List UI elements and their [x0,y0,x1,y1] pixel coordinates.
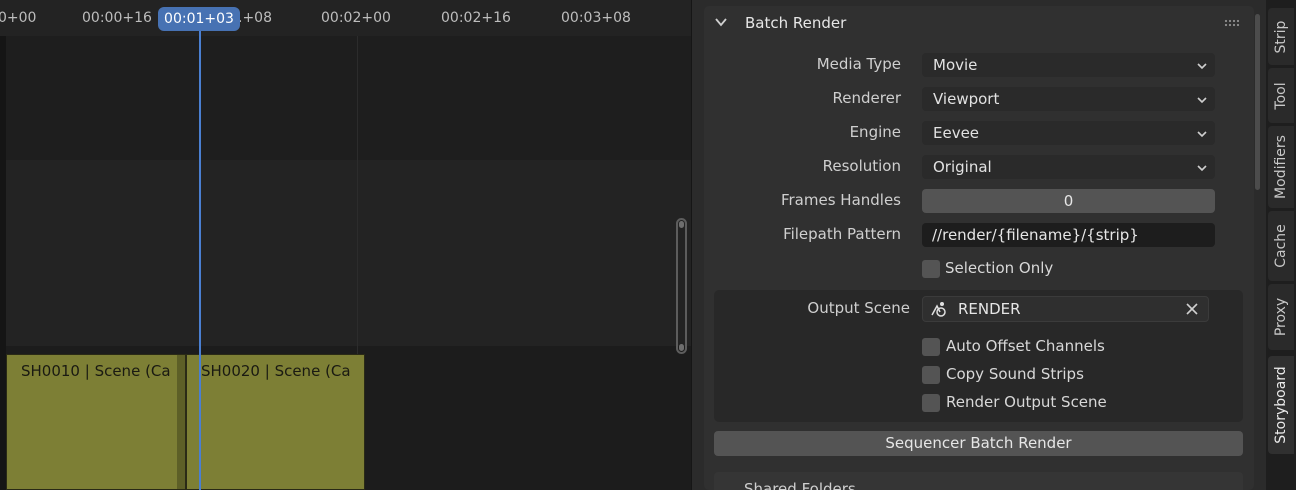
tab-label: Cache [1273,224,1289,268]
scrollbar-handle-top[interactable] [679,221,684,228]
tab-strip[interactable]: Strip [1268,8,1294,65]
output-scene-box: Output Scene RENDER Auto Offset Channels… [714,290,1243,422]
ruler-tick: 00:02+00 [321,10,391,26]
shared-folders-panel-header[interactable]: Shared Folders [714,472,1243,490]
engine-dropdown[interactable]: Eevee [922,121,1215,145]
selection-only-checkbox[interactable] [922,260,940,278]
chevron-down-icon [1197,131,1207,138]
sidebar-region: Batch Render Media Type Movie Renderer V… [691,0,1266,490]
drag-grip-icon[interactable] [1224,19,1240,27]
panel-header[interactable]: Batch Render [704,6,1254,40]
tab-tool[interactable]: Tool [1268,68,1294,123]
tab-cache[interactable]: Cache [1268,211,1294,281]
strip-handle[interactable] [177,355,185,489]
auto-offset-channels-label[interactable]: Auto Offset Channels [946,337,1105,355]
render-output-scene-label[interactable]: Render Output Scene [946,393,1107,411]
chevron-down-icon [715,18,727,27]
tab-label: Strip [1273,20,1289,53]
media-type-value: Movie [933,56,978,74]
output-scene-value: RENDER [958,300,1021,318]
tab-label: Storyboard [1273,366,1289,444]
next-panel-title: Shared Folders [744,480,856,490]
strip-label: SH0010 | Scene (Ca [21,362,171,380]
renderer-label: Renderer [832,89,901,107]
output-scene-label: Output Scene [807,299,910,317]
auto-offset-channels-checkbox[interactable] [922,338,940,356]
sequencer-batch-render-button[interactable]: Sequencer Batch Render [714,431,1243,456]
copy-sound-strips-label[interactable]: Copy Sound Strips [946,365,1084,383]
chevron-down-icon [1197,97,1207,104]
channel-row[interactable] [0,36,691,160]
close-icon[interactable] [1184,301,1200,317]
renderer-value: Viewport [933,90,1000,108]
chevron-down-icon [1197,165,1207,172]
scene-strip-sh0020[interactable]: SH0020 | Scene (Ca [186,354,365,490]
media-type-label: Media Type [816,55,901,73]
tab-modifiers[interactable]: Modifiers [1268,126,1294,208]
output-scene-selector[interactable]: RENDER [922,296,1209,322]
render-output-scene-checkbox[interactable] [922,394,940,412]
scene-icon [931,302,946,317]
tab-label: Modifiers [1273,135,1289,199]
resolution-label: Resolution [822,157,901,175]
media-type-dropdown[interactable]: Movie [922,53,1215,77]
frame-handles-field[interactable]: 0 [922,189,1215,213]
ruler-tick: 00:02+16 [441,10,511,26]
sequencer-timeline[interactable]: 0+00 00:00+16 .+08 00:02+00 00:02+16 00:… [0,0,691,490]
current-frame-indicator[interactable]: 00:01+03 [158,7,240,31]
scrollbar-handle-bottom[interactable] [679,344,684,351]
ruler-tick: .+08 [238,10,272,26]
panel-title: Batch Render [745,14,847,32]
copy-sound-strips-checkbox[interactable] [922,366,940,384]
sidebar-scrollbar[interactable] [1255,14,1260,190]
strip-label: SH0020 | Scene (Ca [201,362,351,380]
channel-row[interactable] [0,160,691,346]
chevron-down-icon [1197,63,1207,70]
vertical-scrollbar[interactable] [676,218,687,354]
tab-proxy[interactable]: Proxy [1268,284,1294,350]
filepath-pattern-input[interactable]: //render/{filename}/{strip} [922,223,1215,247]
frame-handles-label: Frames Handles [780,191,901,209]
tab-label: Proxy [1273,297,1289,337]
ruler-tick: 00:03+08 [561,10,631,26]
selection-only-label[interactable]: Selection Only [945,259,1053,277]
ruler-tick: 0+00 [0,10,37,26]
resolution-value: Original [933,158,992,176]
renderer-dropdown[interactable]: Viewport [922,87,1215,111]
sidebar-tabs: Strip Tool Modifiers Cache Proxy Storybo… [1266,0,1296,490]
scene-strip-sh0010[interactable]: SH0010 | Scene (Ca [6,354,186,490]
tab-storyboard[interactable]: Storyboard [1268,356,1294,454]
engine-label: Engine [849,123,901,141]
tab-label: Tool [1273,81,1289,110]
resolution-dropdown[interactable]: Original [922,155,1215,179]
playhead-line[interactable] [199,20,201,490]
engine-value: Eevee [933,124,980,142]
batch-render-panel: Batch Render Media Type Movie Renderer V… [704,6,1254,490]
time-ruler[interactable]: 0+00 00:00+16 .+08 00:02+00 00:02+16 00:… [0,0,691,36]
ruler-tick: 00:00+16 [82,10,152,26]
filepath-pattern-label: Filepath Pattern [783,225,901,243]
